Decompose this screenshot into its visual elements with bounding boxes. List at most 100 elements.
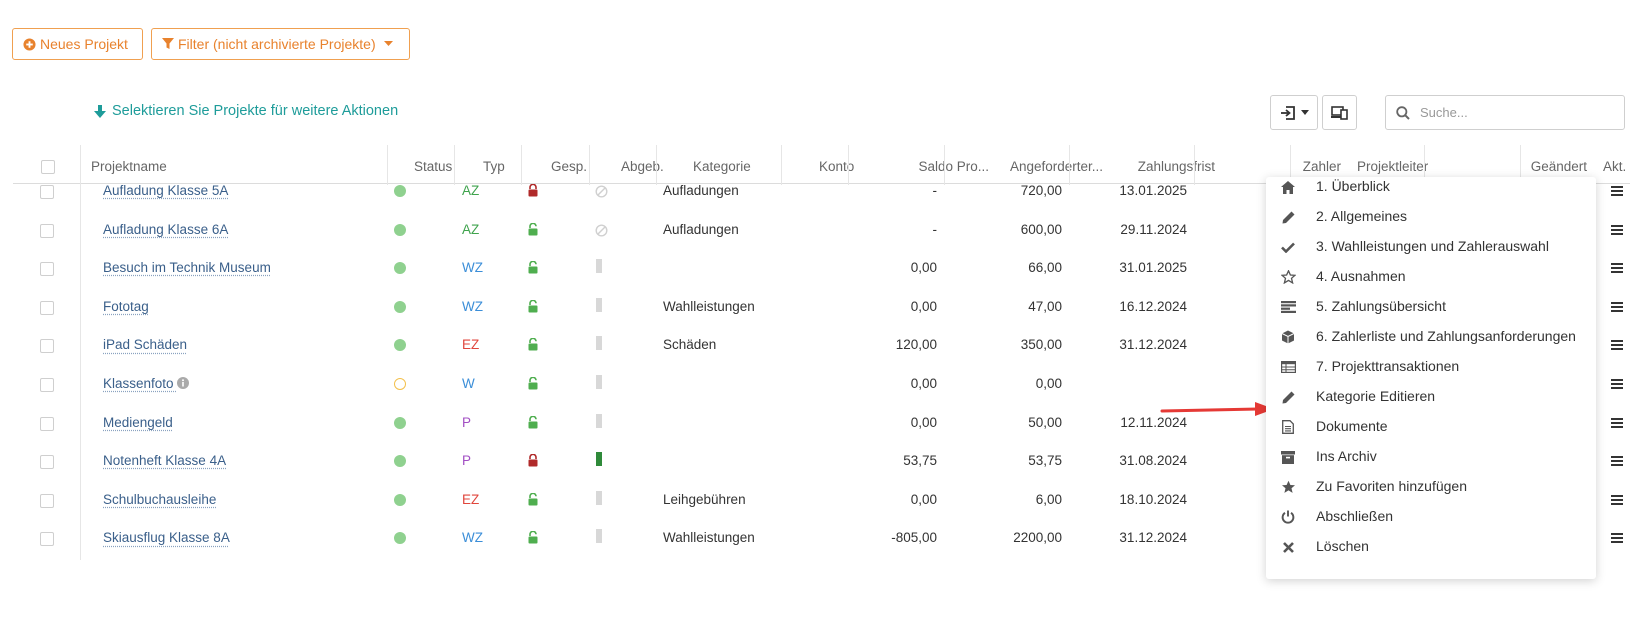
submission-progress-bar bbox=[596, 259, 602, 274]
project-name-link[interactable]: Klassenfoto bbox=[103, 376, 190, 391]
filter-button[interactable]: Filter (nicht archivierte Projekte) bbox=[151, 28, 410, 60]
search-box[interactable] bbox=[1385, 95, 1625, 130]
caret-down-icon bbox=[383, 41, 393, 46]
row-actions-icon[interactable] bbox=[1611, 379, 1623, 391]
new-project-label: Neues Projekt bbox=[40, 36, 128, 52]
submission-progress-bar bbox=[596, 452, 602, 467]
saldo: 120,00 bbox=[895, 337, 937, 353]
new-project-button[interactable]: Neues Projekt bbox=[12, 28, 143, 60]
project-name-link[interactable]: Fototag bbox=[103, 299, 149, 314]
project-name-link[interactable]: Aufladung Klasse 5A bbox=[103, 183, 228, 198]
home-icon bbox=[1280, 179, 1296, 195]
menu-item-7[interactable]: 7. Projekttransaktionen bbox=[1266, 351, 1596, 382]
row-checkbox[interactable] bbox=[40, 493, 54, 508]
project-name-link[interactable]: Notenheft Klasse 4A bbox=[103, 453, 226, 468]
status-indicator bbox=[394, 493, 406, 506]
menu-item-label: 2. Allgemeines bbox=[1316, 208, 1408, 224]
menu-item-3[interactable]: 3. Wahlleistungen und Zahlerauswahl bbox=[1266, 231, 1596, 262]
project-type: WZ bbox=[462, 530, 483, 546]
project-type: WZ bbox=[462, 298, 483, 314]
lock-open-icon bbox=[528, 299, 538, 313]
row-checkbox[interactable] bbox=[40, 416, 54, 431]
project-name-link[interactable]: Mediengeld bbox=[103, 415, 173, 430]
saldo: - bbox=[932, 221, 938, 237]
project-name-link[interactable]: Aufladung Klasse 6A bbox=[103, 222, 228, 237]
menu-item-11[interactable]: Zu Favoriten hinzufügen bbox=[1266, 471, 1596, 502]
category: Schäden bbox=[663, 337, 717, 353]
submission-progress-bar bbox=[596, 490, 602, 505]
project-name-link[interactable]: Besuch im Technik Museum bbox=[103, 260, 271, 275]
times-icon bbox=[1280, 539, 1296, 555]
status-indicator bbox=[394, 455, 406, 468]
category: Wahlleistungen bbox=[663, 530, 755, 546]
row-checkbox[interactable] bbox=[40, 455, 54, 470]
requested-amount: 66,00 bbox=[1028, 260, 1062, 276]
sign-in-icon bbox=[1280, 105, 1295, 120]
menu-item-label: 6. Zahlerliste und Zahlungsanforderungen bbox=[1316, 328, 1576, 344]
menu-item-1[interactable]: 1. Überblick bbox=[1266, 171, 1596, 202]
pencil-icon bbox=[1280, 389, 1296, 405]
saldo: 0,00 bbox=[910, 376, 937, 391]
devices-icon bbox=[1331, 105, 1348, 120]
row-checkbox[interactable] bbox=[40, 300, 54, 315]
saldo: - bbox=[932, 183, 938, 198]
project-type: W bbox=[462, 376, 475, 391]
row-checkbox[interactable] bbox=[40, 378, 54, 392]
lock-open-icon bbox=[528, 377, 538, 390]
project-type: AZ bbox=[462, 183, 480, 198]
menu-item-12[interactable]: Abschließen bbox=[1266, 501, 1596, 532]
search-input[interactable] bbox=[1418, 104, 1612, 121]
info-icon[interactable] bbox=[177, 377, 190, 389]
status-indicator bbox=[394, 532, 406, 545]
row-actions-icon[interactable] bbox=[1611, 301, 1623, 314]
row-actions-icon[interactable] bbox=[1611, 186, 1623, 198]
requested-amount: 720,00 bbox=[1020, 183, 1062, 198]
lock-open-icon bbox=[528, 222, 538, 236]
payment-deadline: 13.01.2025 bbox=[1119, 183, 1187, 198]
star-outline-icon bbox=[1280, 269, 1296, 285]
menu-item-5[interactable]: 5. Zahlungsübersicht bbox=[1266, 291, 1596, 322]
row-checkbox[interactable] bbox=[40, 339, 54, 354]
menu-item-9[interactable]: Dokumente bbox=[1266, 411, 1596, 442]
document-icon bbox=[1280, 419, 1296, 435]
export-dropdown-button[interactable] bbox=[1270, 95, 1318, 130]
menu-item-13[interactable]: Löschen bbox=[1266, 531, 1596, 562]
project-name-link[interactable]: Skiausflug Klasse 8A bbox=[103, 530, 230, 545]
menu-item-label: 5. Zahlungsübersicht bbox=[1316, 298, 1446, 314]
row-actions-icon[interactable] bbox=[1611, 533, 1623, 545]
menu-item-8[interactable]: Kategorie Editieren bbox=[1266, 381, 1596, 412]
project-type: EZ bbox=[462, 337, 480, 353]
requested-amount: 2200,00 bbox=[1013, 530, 1062, 546]
menu-item-label: 7. Projekttransaktionen bbox=[1316, 358, 1460, 374]
status-indicator bbox=[394, 262, 406, 275]
requested-amount: 53,75 bbox=[1028, 453, 1062, 469]
project-name-link[interactable]: Schulbuchausleihe bbox=[103, 492, 216, 507]
project-name-link[interactable]: iPad Schäden bbox=[103, 337, 187, 352]
row-actions-icon[interactable] bbox=[1611, 456, 1623, 468]
row-checkbox[interactable] bbox=[40, 185, 54, 199]
menu-item-label: Kategorie Editieren bbox=[1316, 388, 1436, 404]
status-indicator bbox=[394, 416, 406, 429]
responsive-view-button[interactable] bbox=[1322, 95, 1357, 130]
row-actions-icon[interactable] bbox=[1611, 263, 1623, 275]
row-checkbox[interactable] bbox=[40, 532, 54, 547]
select-hint-label: Selektieren Sie Projekte für weitere Akt… bbox=[112, 103, 399, 119]
requested-amount: 350,00 bbox=[1020, 337, 1062, 353]
row-checkbox[interactable] bbox=[40, 223, 54, 238]
row-actions-icon[interactable] bbox=[1611, 340, 1623, 352]
requested-amount: 6,00 bbox=[1035, 491, 1062, 507]
saldo: 0,00 bbox=[910, 491, 937, 507]
project-type: P bbox=[462, 453, 472, 469]
row-actions-icon[interactable] bbox=[1611, 494, 1623, 507]
row-actions-icon[interactable] bbox=[1611, 417, 1623, 430]
menu-item-2[interactable]: 2. Allgemeines bbox=[1266, 201, 1596, 232]
menu-item-10[interactable]: Ins Archiv bbox=[1266, 441, 1596, 472]
category: Leihgebühren bbox=[663, 491, 746, 507]
lock-open-icon bbox=[528, 531, 538, 544]
not-applicable-icon bbox=[595, 224, 608, 237]
row-checkbox[interactable] bbox=[40, 262, 54, 277]
menu-item-6[interactable]: 6. Zahlerliste und Zahlungsanforderungen bbox=[1266, 321, 1596, 352]
select-hint: Selektieren Sie Projekte für weitere Akt… bbox=[94, 103, 398, 119]
menu-item-4[interactable]: 4. Ausnahmen bbox=[1266, 261, 1596, 292]
row-actions-icon[interactable] bbox=[1611, 224, 1623, 237]
